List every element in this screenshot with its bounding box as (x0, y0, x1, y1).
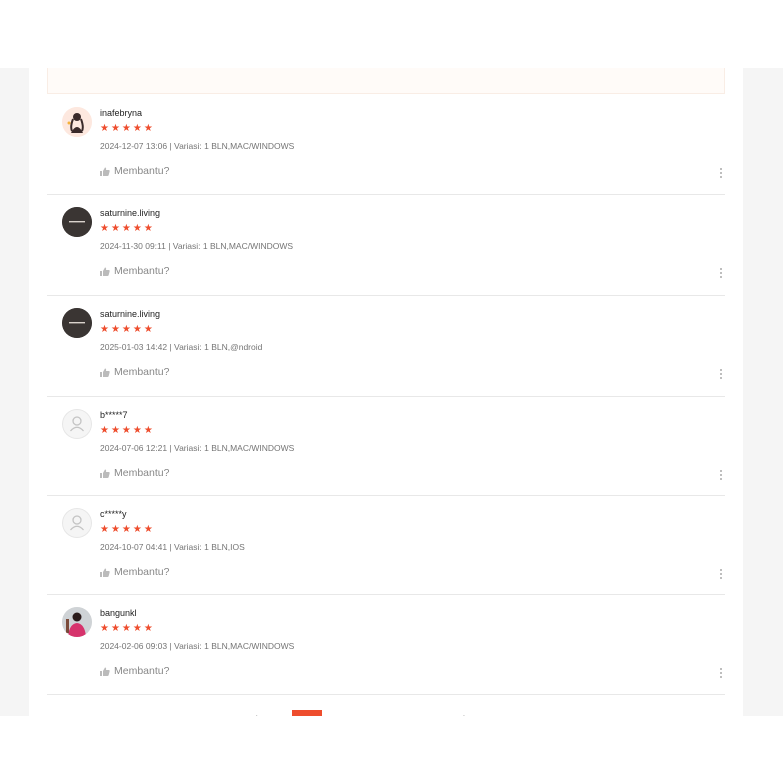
rating-stars: ★★★★★ (100, 123, 155, 134)
thumbs-up-icon (100, 469, 110, 478)
review-meta: 2024-11-30 09:11 | Variasi: 1 BLN,MAC/WI… (100, 241, 294, 251)
pager-page-active[interactable] (292, 710, 322, 716)
review-username[interactable]: saturnine.living (100, 208, 160, 218)
avatar[interactable] (62, 607, 92, 637)
helpful-button[interactable]: Membantu? (100, 265, 169, 277)
thumbs-up-icon (100, 568, 110, 577)
review-item: inafebryna ★★★★★ 2024-12-07 13:06 | Vari… (47, 95, 725, 195)
review-item: saturnine.living ★★★★★ 2025-01-03 14:42 … (47, 296, 725, 397)
avatar[interactable] (62, 207, 92, 237)
more-vertical-icon[interactable] (719, 368, 723, 380)
helpful-button[interactable]: Membantu? (100, 665, 169, 677)
helpful-label: Membantu? (114, 265, 170, 277)
review-meta: 2024-02-06 09:03 | Variasi: 1 BLN,MAC/WI… (100, 641, 295, 651)
user-icon[interactable] (62, 508, 92, 538)
helpful-label: Membantu? (114, 566, 170, 578)
more-vertical-icon[interactable] (719, 667, 723, 679)
pager-next[interactable]: › (463, 712, 466, 716)
more-vertical-icon[interactable] (719, 167, 723, 179)
review-item: bangunkl ★★★★★ 2024-02-06 09:03 | Varias… (47, 595, 725, 695)
review-item: saturnine.living ★★★★★ 2024-11-30 09:11 … (47, 195, 725, 296)
helpful-label: Membantu? (114, 665, 170, 677)
helpful-button[interactable]: Membantu? (100, 566, 169, 578)
thumbs-up-icon (100, 267, 110, 276)
review-item: c*****y ★★★★★ 2024-10-07 04:41 | Variasi… (47, 496, 725, 595)
more-vertical-icon[interactable] (719, 267, 723, 279)
rating-stars: ★★★★★ (100, 623, 155, 634)
helpful-label: Membantu? (114, 366, 170, 378)
helpful-button[interactable]: Membantu? (100, 165, 169, 177)
thumbs-up-icon (100, 667, 110, 676)
review-username[interactable]: inafebryna (100, 108, 142, 118)
review-filter-panel (47, 68, 725, 94)
review-meta: 2024-07-06 12:21 | Variasi: 1 BLN,MAC/WI… (100, 443, 295, 453)
more-vertical-icon[interactable] (719, 568, 723, 580)
more-vertical-icon[interactable] (719, 469, 723, 481)
user-icon[interactable] (62, 409, 92, 439)
rating-stars: ★★★★★ (100, 324, 155, 335)
rating-stars: ★★★★★ (100, 223, 155, 234)
thumbs-up-icon (100, 368, 110, 377)
avatar[interactable] (62, 308, 92, 338)
rating-stars: ★★★★★ (100, 425, 155, 436)
pager-prev[interactable]: ‹ (255, 712, 258, 716)
review-meta: 2025-01-03 14:42 | Variasi: 1 BLN,@ndroi… (100, 342, 263, 352)
thumbs-up-icon (100, 167, 110, 176)
review-username[interactable]: saturnine.living (100, 309, 160, 319)
avatar[interactable] (62, 107, 92, 137)
review-username[interactable]: b*****7 (100, 410, 128, 420)
review-meta: 2024-12-07 13:06 | Variasi: 1 BLN,MAC/WI… (100, 141, 295, 151)
reviews-card: inafebryna ★★★★★ 2024-12-07 13:06 | Vari… (29, 68, 743, 716)
helpful-button[interactable]: Membantu? (100, 366, 169, 378)
helpful-label: Membantu? (114, 467, 170, 479)
pagination: ‹ › (29, 710, 743, 716)
helpful-label: Membantu? (114, 165, 170, 177)
rating-stars: ★★★★★ (100, 524, 155, 535)
review-item: b*****7 ★★★★★ 2024-07-06 12:21 | Variasi… (47, 397, 725, 496)
helpful-button[interactable]: Membantu? (100, 467, 169, 479)
review-meta: 2024-10-07 04:41 | Variasi: 1 BLN,IOS (100, 542, 245, 552)
review-username[interactable]: c*****y (100, 509, 127, 519)
review-username[interactable]: bangunkl (100, 608, 137, 618)
